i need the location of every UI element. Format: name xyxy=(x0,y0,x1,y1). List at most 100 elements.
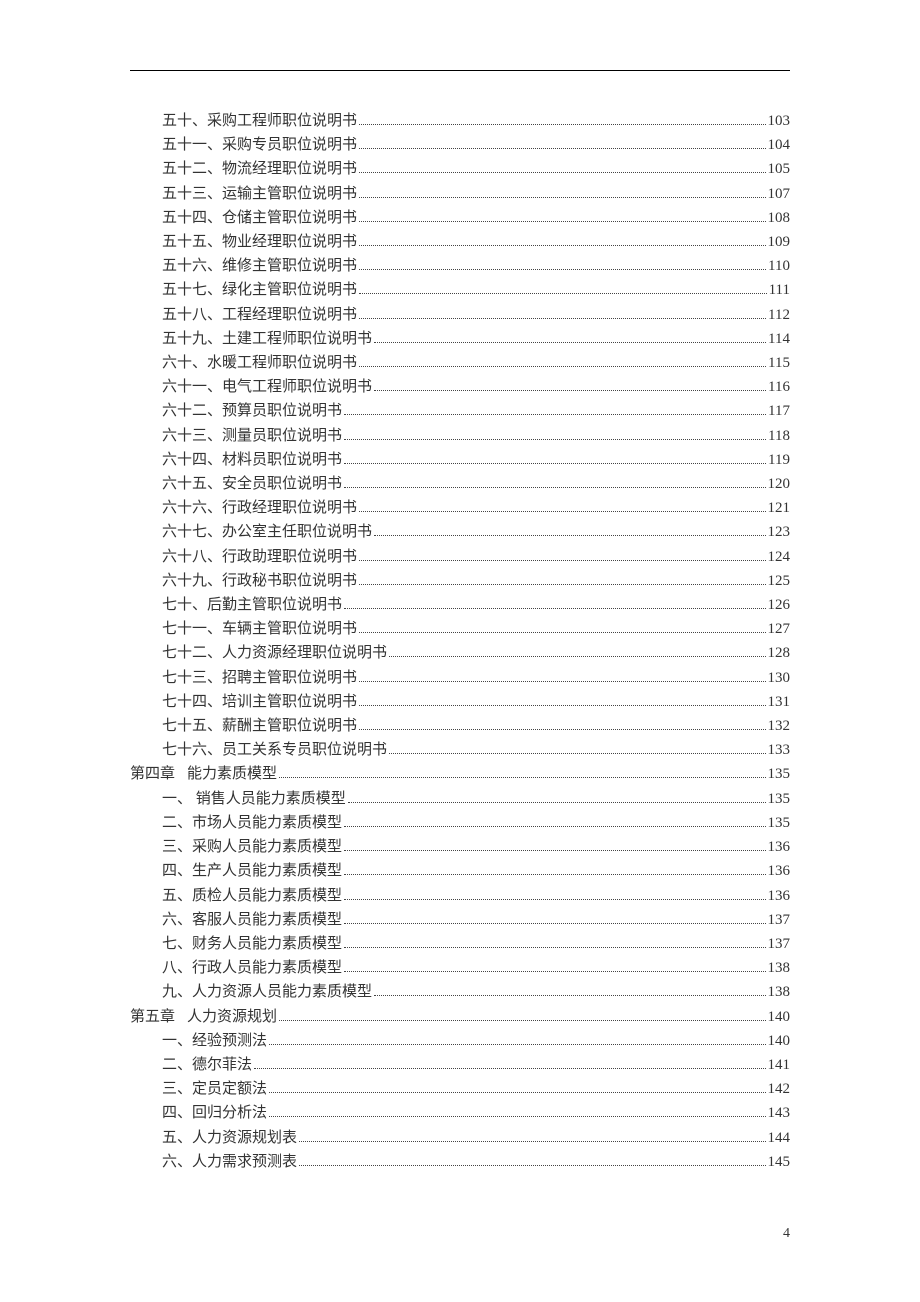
toc-entry-page: 111 xyxy=(769,278,790,302)
toc-entry: 五十六、维修主管职位说明书110 xyxy=(130,254,790,278)
toc-entry: 七十三、招聘主管职位说明书130 xyxy=(130,666,790,690)
toc-entry-title: 七十一、车辆主管职位说明书 xyxy=(162,617,357,641)
toc-entry: 六十二、预算员职位说明书117 xyxy=(130,399,790,423)
toc-leader-dots xyxy=(359,584,765,585)
toc-entry-page: 142 xyxy=(768,1077,791,1101)
toc-entry: 五十四、仓储主管职位说明书108 xyxy=(130,206,790,230)
toc-leader-dots xyxy=(389,753,765,754)
toc-entry-title: 五十六、维修主管职位说明书 xyxy=(162,254,357,278)
toc-entry-title: 六十二、预算员职位说明书 xyxy=(162,399,342,423)
toc-entry: 七十六、员工关系专员职位说明书133 xyxy=(130,738,790,762)
toc-leader-dots xyxy=(359,681,765,682)
toc-entry-title: 八、行政人员能力素质模型 xyxy=(162,956,342,980)
table-of-contents: 五十、采购工程师职位说明书103五十一、采购专员职位说明书104五十二、物流经理… xyxy=(130,109,790,1174)
toc-entry-title: 五十八、工程经理职位说明书 xyxy=(162,303,357,327)
toc-entry: 七、财务人员能力素质模型137 xyxy=(130,932,790,956)
toc-entry: 六、人力需求预测表 145 xyxy=(130,1150,790,1174)
toc-leader-dots xyxy=(359,245,765,246)
toc-entry-title: 一、 销售人员能力素质模型 xyxy=(162,787,346,811)
toc-entry: 五、人力资源规划表144 xyxy=(130,1126,790,1150)
toc-entry-page: 145 xyxy=(768,1150,791,1174)
toc-entry: 二、德尔菲法141 xyxy=(130,1053,790,1077)
toc-entry-page: 133 xyxy=(768,738,791,762)
toc-entry: 八、行政人员能力素质模型138 xyxy=(130,956,790,980)
toc-entry-title: 人力资源规划 xyxy=(187,1005,277,1029)
toc-entry-page: 126 xyxy=(768,593,791,617)
toc-chapter-label: 第五章 xyxy=(130,1005,175,1029)
toc-entry: 一、 销售人员能力素质模型135 xyxy=(130,787,790,811)
toc-entry-page: 127 xyxy=(768,617,791,641)
toc-entry-title: 七十四、培训主管职位说明书 xyxy=(162,690,357,714)
toc-entry-title: 三、定员定额法 xyxy=(162,1077,267,1101)
toc-entry: 七十二、人力资源经理职位说明书128 xyxy=(130,641,790,665)
toc-entry: 七十一、车辆主管职位说明书 127 xyxy=(130,617,790,641)
toc-leader-dots xyxy=(359,511,765,512)
toc-chapter-label: 第四章 xyxy=(130,762,175,786)
toc-entry: 三、采购人员能力素质模型136 xyxy=(130,835,790,859)
toc-entry-title: 六十八、行政助理职位说明书 xyxy=(162,545,357,569)
toc-entry-title: 五、质检人员能力素质模型 xyxy=(162,884,342,908)
toc-leader-dots xyxy=(269,1116,765,1117)
toc-entry-title: 七十五、薪酬主管职位说明书 xyxy=(162,714,357,738)
toc-entry-page: 140 xyxy=(768,1029,791,1053)
toc-entry-title: 六、客服人员能力素质模型 xyxy=(162,908,342,932)
toc-leader-dots xyxy=(374,390,766,391)
toc-leader-dots xyxy=(359,729,765,730)
toc-leader-dots xyxy=(359,560,765,561)
toc-entry: 三、定员定额法 142 xyxy=(130,1077,790,1101)
toc-entry-title: 七十、后勤主管职位说明书 xyxy=(162,593,342,617)
toc-entry-title: 三、采购人员能力素质模型 xyxy=(162,835,342,859)
toc-entry-page: 105 xyxy=(768,157,791,181)
toc-entry-page: 136 xyxy=(768,884,791,908)
toc-leader-dots xyxy=(344,487,765,488)
footer-page-number: 4 xyxy=(783,1226,790,1242)
toc-leader-dots xyxy=(359,293,767,294)
toc-entry-title: 五十七、绿化主管职位说明书 xyxy=(162,278,357,302)
toc-entry: 九、人力资源人员能力素质模型138 xyxy=(130,980,790,1004)
toc-entry-title: 四、生产人员能力素质模型 xyxy=(162,859,342,883)
toc-entry: 七十、后勤主管职位说明书 126 xyxy=(130,593,790,617)
toc-leader-dots xyxy=(359,172,765,173)
toc-entry-page: 119 xyxy=(768,448,790,472)
toc-entry: 五十八、工程经理职位说明书112 xyxy=(130,303,790,327)
toc-entry-page: 121 xyxy=(768,496,791,520)
toc-entry-page: 125 xyxy=(768,569,791,593)
toc-entry: 一、经验预测法 140 xyxy=(130,1029,790,1053)
toc-entry-title: 六十六、行政经理职位说明书 xyxy=(162,496,357,520)
toc-entry: 五十九、土建工程师职位说明书114 xyxy=(130,327,790,351)
toc-entry-page: 135 xyxy=(768,762,791,786)
toc-leader-dots xyxy=(348,802,766,803)
toc-entry-page: 114 xyxy=(768,327,790,351)
toc-entry-title: 一、经验预测法 xyxy=(162,1029,267,1053)
toc-entry-title: 五十三、运输主管职位说明书 xyxy=(162,182,357,206)
toc-leader-dots xyxy=(359,366,766,367)
toc-entry-title: 六、人力需求预测表 xyxy=(162,1150,297,1174)
toc-entry: 二、市场人员能力素质模型135 xyxy=(130,811,790,835)
toc-entry: 六十、水暖工程师职位说明书115 xyxy=(130,351,790,375)
toc-entry-page: 116 xyxy=(768,375,790,399)
toc-entry-page: 140 xyxy=(768,1005,791,1029)
toc-entry-title: 七十二、人力资源经理职位说明书 xyxy=(162,641,387,665)
toc-entry-title: 六十四、材料员职位说明书 xyxy=(162,448,342,472)
toc-entry-title: 九、人力资源人员能力素质模型 xyxy=(162,980,372,1004)
toc-entry-page: 115 xyxy=(768,351,790,375)
toc-entry-title: 五十四、仓储主管职位说明书 xyxy=(162,206,357,230)
toc-leader-dots xyxy=(359,221,765,222)
toc-entry: 六十三、测量员职位说明书118 xyxy=(130,424,790,448)
toc-entry-page: 123 xyxy=(768,520,791,544)
toc-leader-dots xyxy=(374,995,765,996)
toc-entry: 第五章人力资源规划 140 xyxy=(130,1005,790,1029)
toc-leader-dots xyxy=(344,874,765,875)
toc-entry-page: 132 xyxy=(768,714,791,738)
toc-leader-dots xyxy=(344,971,765,972)
toc-entry: 六十八、行政助理职位说明书124 xyxy=(130,545,790,569)
toc-entry: 六十七、办公室主任职位说明书123 xyxy=(130,520,790,544)
toc-leader-dots xyxy=(359,632,765,633)
toc-entry-title: 六十一、电气工程师职位说明书 xyxy=(162,375,372,399)
toc-entry-title: 六十三、测量员职位说明书 xyxy=(162,424,342,448)
toc-leader-dots xyxy=(344,608,765,609)
toc-entry: 五十七、绿化主管职位说明书 111 xyxy=(130,278,790,302)
toc-entry-page: 136 xyxy=(768,859,791,883)
toc-leader-dots xyxy=(344,899,765,900)
toc-entry: 六十六、行政经理职位说明书 121 xyxy=(130,496,790,520)
